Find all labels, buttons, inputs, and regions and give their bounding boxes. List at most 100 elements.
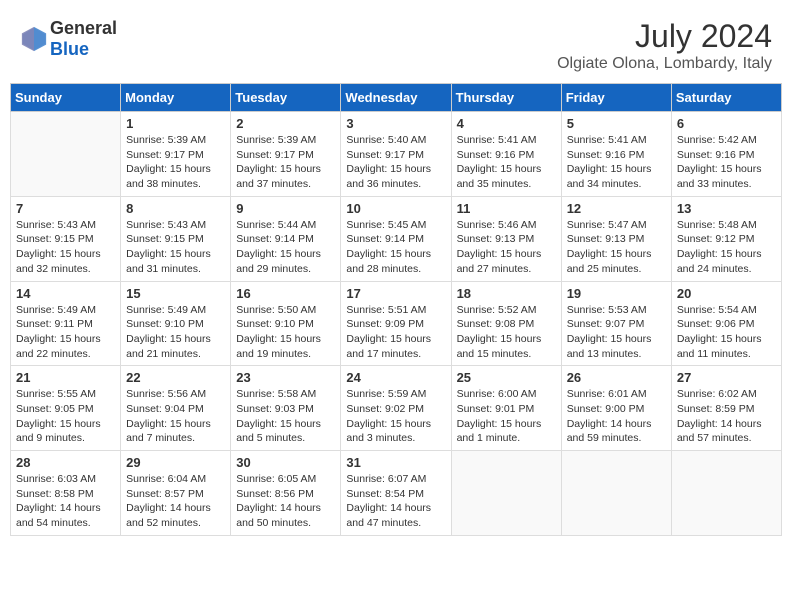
day-info: Sunrise: 5:58 AMSunset: 9:03 PMDaylight:… xyxy=(236,387,335,446)
day-info: Sunrise: 5:39 AMSunset: 9:17 PMDaylight:… xyxy=(126,133,225,192)
day-info: Sunrise: 5:52 AMSunset: 9:08 PMDaylight:… xyxy=(457,303,556,362)
day-info: Sunrise: 5:45 AMSunset: 9:14 PMDaylight:… xyxy=(346,218,445,277)
calendar-week-row: 14Sunrise: 5:49 AMSunset: 9:11 PMDayligh… xyxy=(11,281,782,366)
calendar-week-row: 28 Sunrise: 6:03 AMSunset: 8:58 PMDayligh… xyxy=(11,451,782,536)
day-number: 17 xyxy=(346,286,445,301)
day-info: Sunrise: 6:04 AMSunset: 8:57 PMDaylight:… xyxy=(126,472,225,531)
day-number: 21 xyxy=(16,370,115,385)
calendar-cell: 15Sunrise: 5:49 AMSunset: 9:10 PMDayligh… xyxy=(121,281,231,366)
logo: General Blue xyxy=(20,18,117,60)
day-info: Sunrise: 6:03 AMSunset: 8:58 PMDaylight:… xyxy=(16,472,115,531)
calendar-cell: 13 Sunrise: 5:48 AMSunset: 9:12 PMDayligh… xyxy=(671,196,781,281)
calendar-cell: 1 Sunrise: 5:39 AMSunset: 9:17 PMDaylight… xyxy=(121,112,231,197)
day-info: Sunrise: 5:54 AMSunset: 9:06 PMDaylight:… xyxy=(677,303,776,362)
calendar-table: SundayMondayTuesdayWednesdayThursdayFrid… xyxy=(10,83,782,536)
day-info: Sunrise: 6:07 AMSunset: 8:54 PMDaylight:… xyxy=(346,472,445,531)
calendar-cell xyxy=(451,451,561,536)
day-info: Sunrise: 5:40 AMSunset: 9:17 PMDaylight:… xyxy=(346,133,445,192)
day-number: 11 xyxy=(457,201,556,216)
calendar-cell: 28 Sunrise: 6:03 AMSunset: 8:58 PMDayligh… xyxy=(11,451,121,536)
day-number: 9 xyxy=(236,201,335,216)
day-info: Sunrise: 5:44 AMSunset: 9:14 PMDaylight:… xyxy=(236,218,335,277)
calendar-cell: 29 Sunrise: 6:04 AMSunset: 8:57 PMDayligh… xyxy=(121,451,231,536)
day-number: 3 xyxy=(346,116,445,131)
day-info: Sunrise: 5:53 AMSunset: 9:07 PMDaylight:… xyxy=(567,303,666,362)
day-header-saturday: Saturday xyxy=(671,84,781,112)
day-number: 12 xyxy=(567,201,666,216)
day-number: 13 xyxy=(677,201,776,216)
day-number: 22 xyxy=(126,370,225,385)
day-info: Sunrise: 5:51 AMSunset: 9:09 PMDaylight:… xyxy=(346,303,445,362)
calendar-cell: 9 Sunrise: 5:44 AMSunset: 9:14 PMDaylight… xyxy=(231,196,341,281)
calendar-cell: 25 Sunrise: 6:00 AMSunset: 9:01 PMDayligh… xyxy=(451,366,561,451)
day-number: 4 xyxy=(457,116,556,131)
day-number: 29 xyxy=(126,455,225,470)
day-number: 5 xyxy=(567,116,666,131)
day-header-monday: Monday xyxy=(121,84,231,112)
day-info: Sunrise: 5:49 AMSunset: 9:10 PMDaylight:… xyxy=(126,303,225,362)
day-number: 2 xyxy=(236,116,335,131)
calendar-cell: 5 Sunrise: 5:41 AMSunset: 9:16 PMDaylight… xyxy=(561,112,671,197)
day-number: 30 xyxy=(236,455,335,470)
calendar-cell: 18 Sunrise: 5:52 AMSunset: 9:08 PMDayligh… xyxy=(451,281,561,366)
header: General Blue July 2024 Olgiate Olona, Lo… xyxy=(10,10,782,77)
day-number: 20 xyxy=(677,286,776,301)
logo-text-general: General xyxy=(50,18,117,38)
calendar-cell: 12 Sunrise: 5:47 AMSunset: 9:13 PMDayligh… xyxy=(561,196,671,281)
day-number: 16 xyxy=(236,286,335,301)
day-number: 24 xyxy=(346,370,445,385)
day-number: 19 xyxy=(567,286,666,301)
logo-text-blue: Blue xyxy=(50,39,89,59)
calendar-cell: 21 Sunrise: 5:55 AMSunset: 9:05 PMDayligh… xyxy=(11,366,121,451)
day-info: Sunrise: 5:50 AMSunset: 9:10 PMDaylight:… xyxy=(236,303,335,362)
calendar-cell xyxy=(671,451,781,536)
day-number: 18 xyxy=(457,286,556,301)
calendar-cell xyxy=(561,451,671,536)
day-info: Sunrise: 6:00 AMSunset: 9:01 PMDaylight:… xyxy=(457,387,556,446)
day-info: Sunrise: 5:55 AMSunset: 9:05 PMDaylight:… xyxy=(16,387,115,446)
day-info: Sunrise: 6:01 AMSunset: 9:00 PMDaylight:… xyxy=(567,387,666,446)
day-info: Sunrise: 5:41 AMSunset: 9:16 PMDaylight:… xyxy=(457,133,556,192)
day-number: 31 xyxy=(346,455,445,470)
day-info: Sunrise: 5:42 AMSunset: 9:16 PMDaylight:… xyxy=(677,133,776,192)
day-number: 28 xyxy=(16,455,115,470)
calendar-cell: 19 Sunrise: 5:53 AMSunset: 9:07 PMDayligh… xyxy=(561,281,671,366)
day-info: Sunrise: 5:43 AMSunset: 9:15 PMDaylight:… xyxy=(126,218,225,277)
calendar-cell: 6Sunrise: 5:42 AMSunset: 9:16 PMDaylight… xyxy=(671,112,781,197)
calendar-cell: 10 Sunrise: 5:45 AMSunset: 9:14 PMDayligh… xyxy=(341,196,451,281)
calendar-cell: 4 Sunrise: 5:41 AMSunset: 9:16 PMDaylight… xyxy=(451,112,561,197)
day-number: 26 xyxy=(567,370,666,385)
day-header-wednesday: Wednesday xyxy=(341,84,451,112)
day-number: 25 xyxy=(457,370,556,385)
calendar-cell: 26 Sunrise: 6:01 AMSunset: 9:00 PMDayligh… xyxy=(561,366,671,451)
calendar-cell: 8Sunrise: 5:43 AMSunset: 9:15 PMDaylight… xyxy=(121,196,231,281)
calendar-cell: 16 Sunrise: 5:50 AMSunset: 9:10 PMDayligh… xyxy=(231,281,341,366)
title-area: July 2024 Olgiate Olona, Lombardy, Italy xyxy=(557,18,772,73)
day-info: Sunrise: 6:05 AMSunset: 8:56 PMDaylight:… xyxy=(236,472,335,531)
calendar-cell: 23Sunrise: 5:58 AMSunset: 9:03 PMDayligh… xyxy=(231,366,341,451)
calendar-cell: 7 Sunrise: 5:43 AMSunset: 9:15 PMDaylight… xyxy=(11,196,121,281)
calendar-cell: 31 Sunrise: 6:07 AMSunset: 8:54 PMDayligh… xyxy=(341,451,451,536)
logo-icon xyxy=(20,25,48,53)
day-info: Sunrise: 5:48 AMSunset: 9:12 PMDaylight:… xyxy=(677,218,776,277)
day-info: Sunrise: 5:43 AMSunset: 9:15 PMDaylight:… xyxy=(16,218,115,277)
day-info: Sunrise: 5:41 AMSunset: 9:16 PMDaylight:… xyxy=(567,133,666,192)
day-info: Sunrise: 5:47 AMSunset: 9:13 PMDaylight:… xyxy=(567,218,666,277)
calendar-cell: 22 Sunrise: 5:56 AMSunset: 9:04 PMDayligh… xyxy=(121,366,231,451)
day-number: 7 xyxy=(16,201,115,216)
calendar-cell: 3 Sunrise: 5:40 AMSunset: 9:17 PMDaylight… xyxy=(341,112,451,197)
location-title: Olgiate Olona, Lombardy, Italy xyxy=(557,55,772,73)
calendar-cell: 11 Sunrise: 5:46 AMSunset: 9:13 PMDayligh… xyxy=(451,196,561,281)
day-header-tuesday: Tuesday xyxy=(231,84,341,112)
day-header-thursday: Thursday xyxy=(451,84,561,112)
calendar-cell: 30 Sunrise: 6:05 AMSunset: 8:56 PMDayligh… xyxy=(231,451,341,536)
calendar-week-row: 21 Sunrise: 5:55 AMSunset: 9:05 PMDayligh… xyxy=(11,366,782,451)
calendar-cell: 20 Sunrise: 5:54 AMSunset: 9:06 PMDayligh… xyxy=(671,281,781,366)
day-info: Sunrise: 5:39 AMSunset: 9:17 PMDaylight:… xyxy=(236,133,335,192)
day-number: 27 xyxy=(677,370,776,385)
day-info: Sunrise: 5:56 AMSunset: 9:04 PMDaylight:… xyxy=(126,387,225,446)
day-info: Sunrise: 5:46 AMSunset: 9:13 PMDaylight:… xyxy=(457,218,556,277)
day-number: 14 xyxy=(16,286,115,301)
day-number: 10 xyxy=(346,201,445,216)
day-number: 1 xyxy=(126,116,225,131)
